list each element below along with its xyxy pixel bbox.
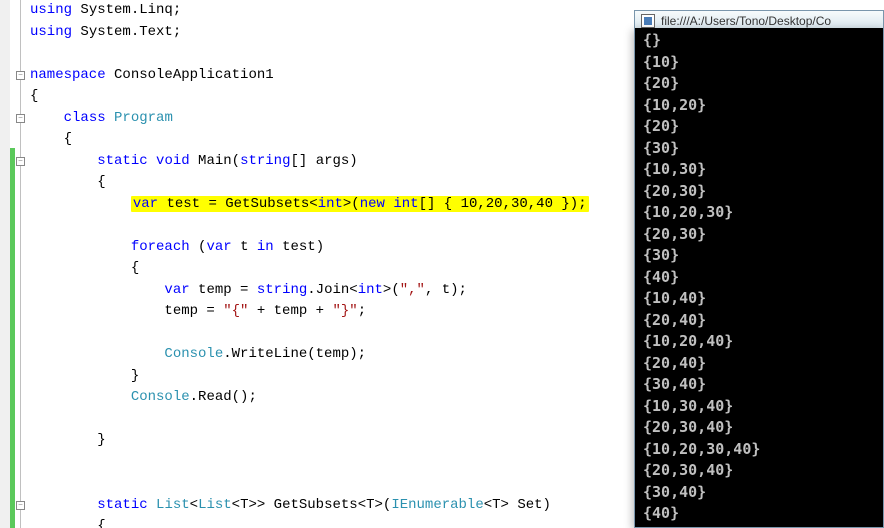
code-line[interactable] [30, 473, 589, 495]
fold-toggle[interactable]: − [16, 157, 25, 166]
code-line[interactable]: Console.Read(); [30, 387, 589, 409]
highlighted-code: var test = GetSubsets<int>(new int[] { 1… [131, 196, 589, 212]
console-window[interactable]: {} {10} {20} {10,20} {20} {30} {10,30} {… [634, 28, 884, 528]
console-app-icon [641, 14, 655, 28]
code-lines[interactable]: using System.Linq;using System.Text; name… [30, 0, 589, 528]
code-line[interactable]: using System.Text; [30, 22, 589, 44]
code-line[interactable]: { [30, 86, 589, 108]
code-line[interactable] [30, 323, 589, 345]
fold-column: − − − − [16, 0, 28, 528]
code-line[interactable]: { [30, 129, 589, 151]
code-line[interactable]: Console.WriteLine(temp); [30, 344, 589, 366]
change-marker [10, 148, 15, 528]
editor-gutter [0, 0, 10, 528]
code-line[interactable]: var temp = string.Join<int>(",", t); [30, 280, 589, 302]
code-line[interactable] [30, 452, 589, 474]
code-line[interactable]: namespace ConsoleApplication1 [30, 65, 589, 87]
code-line[interactable]: } [30, 366, 589, 388]
code-line[interactable] [30, 43, 589, 65]
code-line[interactable]: static List<List<T>> GetSubsets<T>(IEnum… [30, 495, 589, 517]
code-line[interactable] [30, 409, 589, 431]
code-editor[interactable]: − − − − using System.Linq;using System.Text… [0, 0, 625, 528]
code-line[interactable]: using System.Linq; [30, 0, 589, 22]
code-line[interactable]: class Program [30, 108, 589, 130]
code-line[interactable]: static void Main(string[] args) [30, 151, 589, 173]
fold-toggle[interactable]: − [16, 114, 25, 123]
code-line[interactable]: var test = GetSubsets<int>(new int[] { 1… [30, 194, 589, 216]
code-line[interactable]: { [30, 258, 589, 280]
code-line[interactable]: temp = "{" + temp + "}"; [30, 301, 589, 323]
code-line[interactable] [30, 215, 589, 237]
console-output: {} {10} {20} {10,20} {20} {30} {10,30} {… [643, 30, 760, 525]
fold-toggle[interactable]: − [16, 71, 25, 80]
code-line[interactable]: { [30, 516, 589, 528]
code-line[interactable]: foreach (var t in test) [30, 237, 589, 259]
code-line[interactable]: { [30, 172, 589, 194]
code-line[interactable]: } [30, 430, 589, 452]
fold-toggle[interactable]: − [16, 501, 25, 510]
console-title: file:///A:/Users/Tono/Desktop/Co [661, 14, 831, 28]
